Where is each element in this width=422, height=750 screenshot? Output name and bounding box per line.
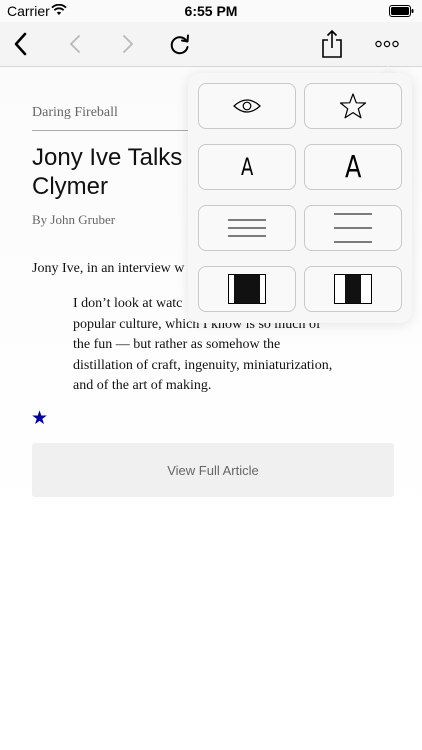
eye-icon (233, 99, 261, 113)
narrow-column-button[interactable] (304, 266, 402, 312)
browser-toolbar (0, 22, 422, 67)
reader-options-popover: A A (188, 73, 412, 323)
article-source: Daring Fireball (32, 105, 118, 120)
star-article-button[interactable] (304, 83, 402, 129)
wide-line-spacing-button[interactable] (304, 205, 402, 251)
more-icon (375, 40, 399, 48)
share-icon (322, 29, 342, 58)
previous-article-button[interactable] (55, 22, 95, 66)
article-byline: By John Gruber (32, 212, 116, 227)
star-glyph: ★ (31, 408, 49, 429)
font-large-label: A (344, 149, 362, 185)
star-outline-icon (339, 93, 367, 119)
narrow-line-spacing-button[interactable] (198, 205, 296, 251)
line-spacing-wide-icon (334, 213, 372, 243)
reload-icon (170, 34, 189, 55)
previous-article-icon (70, 35, 80, 53)
battery-icon (389, 5, 414, 17)
more-button[interactable] (367, 22, 407, 66)
increase-font-button[interactable]: A (304, 144, 402, 190)
font-small-label: A (240, 153, 254, 181)
decrease-font-button[interactable]: A (198, 144, 296, 190)
wide-column-button[interactable] (198, 266, 296, 312)
margin-wide-icon (228, 274, 266, 304)
next-article-button[interactable] (108, 22, 148, 66)
back-button[interactable] (0, 22, 40, 66)
back-chevron-icon (14, 32, 27, 56)
next-article-icon (123, 35, 133, 53)
margin-narrow-icon (334, 274, 372, 304)
toggle-read-button[interactable] (198, 83, 296, 129)
line-spacing-narrow-icon (228, 219, 266, 237)
status-bar: Carrier 6:55 PM (0, 0, 422, 22)
reload-button[interactable] (160, 22, 200, 66)
status-time: 6:55 PM (184, 3, 238, 19)
view-full-article-button[interactable]: View Full Article (32, 443, 394, 497)
source-divider (32, 130, 192, 131)
share-button[interactable] (312, 22, 352, 66)
